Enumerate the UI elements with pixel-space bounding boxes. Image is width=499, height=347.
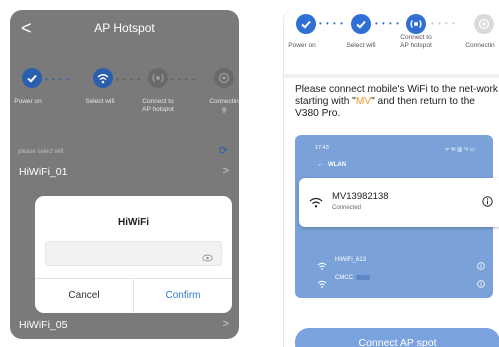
network-name: HiWiFi_613: [335, 257, 367, 263]
info-icon: [482, 194, 493, 212]
info-icon: [477, 275, 485, 293]
connect-ap-screen: • • • • • • • • • • • • Power on Select …: [283, 10, 499, 347]
status-icons: ᯤ ✉ ▥ ⁵ᵍ ▭: [444, 147, 476, 153]
nav-bar: < AP Hotspot: [10, 10, 239, 48]
wifi-icon: [317, 275, 327, 293]
network-row: HiWiFi_613: [315, 253, 493, 271]
network-prefix-highlight: MV: [355, 96, 372, 107]
check-icon: [22, 68, 42, 88]
status-time: 17:43: [315, 145, 329, 151]
step-connector: • • • •: [45, 75, 70, 84]
instruction-text: Please connect mobile's WiFi to the net-…: [295, 84, 499, 120]
step-label: Select wifi: [85, 98, 115, 105]
step-label: Power on: [14, 98, 42, 105]
password-input[interactable]: [45, 241, 222, 266]
chevron-right-icon: >: [222, 165, 229, 177]
wifi-list-item[interactable]: HiWiFi_01 >: [10, 158, 239, 188]
chevron-right-icon: >: [222, 318, 229, 330]
check-icon: [351, 14, 371, 34]
list-hint: please select wifi: [18, 149, 64, 155]
wifi-icon: [93, 68, 113, 88]
step-connector: • • • •: [171, 75, 196, 84]
connection-status: Connected: [332, 205, 362, 211]
network-name: MV13982138: [332, 191, 389, 202]
connected-network-card: MV13982138 Connected: [299, 178, 499, 227]
camera-icon: [474, 14, 494, 34]
step-connector: • • • •: [319, 19, 344, 28]
wifi-name: HiWiFi_01: [19, 166, 68, 178]
check-icon: [296, 14, 316, 34]
camera-icon: [214, 68, 234, 88]
step-label: Connectin: [465, 42, 495, 49]
wlan-header: WLAN: [328, 162, 346, 168]
wifi-list-item[interactable]: HiWiFi_05 >: [10, 311, 239, 339]
connect-ap-button[interactable]: Connect AP spot: [295, 328, 499, 347]
step-connector: • • • •: [375, 19, 400, 28]
network-name-text: CMCC: [335, 275, 353, 282]
wifi-icon: [309, 195, 323, 213]
cancel-button[interactable]: Cancel: [35, 278, 133, 313]
step-connector: • • • •: [116, 75, 141, 84]
back-arrow-icon: ←: [317, 161, 324, 168]
refresh-icon[interactable]: ⟳: [219, 144, 228, 157]
network-name: CMCC: [335, 275, 370, 281]
hotspot-icon: [406, 14, 426, 34]
wifi-name: HiWiFi_05: [19, 319, 68, 331]
hotspot-icon: [148, 68, 168, 88]
step-label: Power on: [288, 42, 316, 49]
eye-icon[interactable]: [202, 249, 213, 267]
confirm-button[interactable]: Confirm: [134, 278, 232, 313]
step-indicator: • • • • • • • • • • • • Power on Select …: [10, 48, 239, 134]
step-indicator: • • • • • • • • • • • • Power on Select …: [284, 10, 499, 70]
redacted-tag: [356, 275, 370, 280]
step-label: Connect to AP hotspot: [142, 98, 174, 113]
step-label: Select wifi: [346, 42, 376, 49]
step-connector: • • • •: [431, 19, 456, 28]
step-label: Connectin g: [209, 98, 239, 113]
step-label: Connect to AP hotspot: [400, 34, 432, 49]
dialog-title: HiWiFi: [117, 217, 149, 228]
wifi-password-dialog: HiWiFi Cancel Confirm: [35, 196, 232, 313]
ap-hotspot-screen: < AP Hotspot • • • • • • • • • • • • Pow…: [10, 10, 239, 339]
network-row: CMCC: [315, 271, 493, 289]
divider: [284, 74, 499, 78]
page-title: AP Hotspot: [94, 21, 155, 35]
